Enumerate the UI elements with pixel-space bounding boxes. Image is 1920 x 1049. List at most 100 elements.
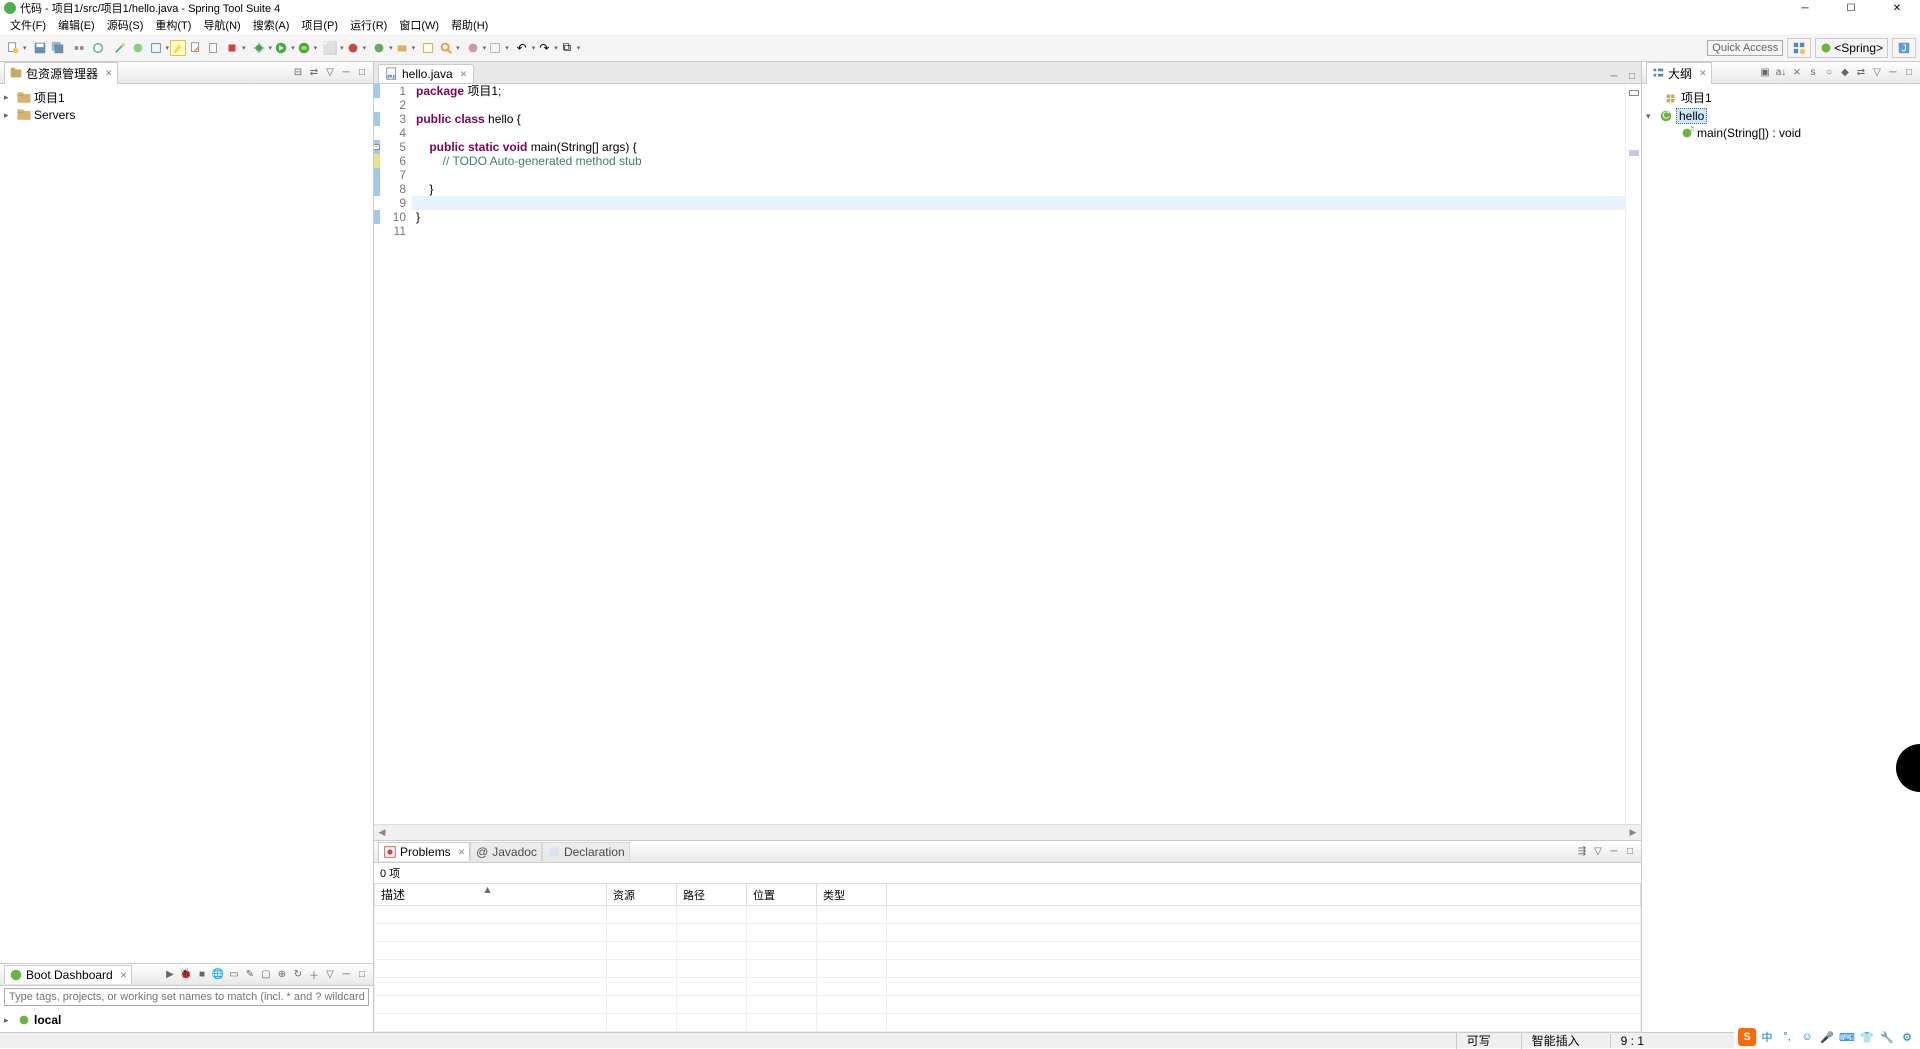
sort-button[interactable]: a↓ [1774,66,1788,80]
profile-button[interactable] [148,40,164,56]
dropdown-icon[interactable]: ▾ [166,44,170,52]
bd-add-button[interactable]: ＋ [307,968,321,982]
close-icon[interactable]: ✕ [120,970,128,981]
package-explorer-tab[interactable]: 包资源管理器 ✕ [4,62,118,84]
quick-access-input[interactable]: Quick Access [1707,40,1783,56]
collapse-icon[interactable]: ▾ [1646,111,1656,122]
bd-browser-button[interactable]: 🌐 [211,968,225,982]
expand-icon[interactable]: ▸ [4,92,14,103]
declaration-tab[interactable]: Declaration [542,842,630,861]
menu-source[interactable]: 源码(S) [101,15,150,35]
close-icon[interactable]: ✕ [1699,68,1707,79]
minimize-view-button[interactable]: ─ [339,66,353,80]
col-type[interactable]: 类型 [817,884,887,906]
coverage-button[interactable] [296,40,312,56]
col-resource[interactable]: 资源 [607,884,677,906]
maximize-view-button[interactable]: □ [1902,66,1916,80]
edit-source-button[interactable] [188,40,204,56]
editor-minimize-button[interactable]: ─ [1607,69,1621,83]
hide-fields-button[interactable]: ⨯ [1790,66,1804,80]
dropdown-icon[interactable]: ▾ [291,44,295,52]
new-button[interactable] [5,40,21,56]
scroll-right-icon[interactable]: ▶ [1625,827,1641,838]
maximize-view-button[interactable]: □ [1623,845,1637,859]
close-icon[interactable]: ✕ [460,69,468,80]
bd-edit-button[interactable]: ✎ [243,968,257,982]
minimize-view-button[interactable]: ─ [1607,845,1621,859]
bd-console-button[interactable]: ▭ [227,968,241,982]
close-icon[interactable]: ✕ [458,847,466,858]
new-class-button[interactable] [371,40,387,56]
emoji-icon[interactable]: ☺ [1798,1028,1816,1046]
col-location[interactable]: 位置 [747,884,817,906]
maximize-view-button[interactable]: □ [355,968,369,982]
bd-menu-button[interactable]: ▽ [323,968,337,982]
mic-icon[interactable]: 🎤 [1818,1028,1836,1046]
dropdown-icon[interactable]: ▾ [314,44,318,52]
cn-icon[interactable]: 中 [1758,1028,1776,1046]
focus-button[interactable]: ▣ [1758,66,1772,80]
dropdown-icon[interactable]: ▾ [23,44,27,52]
hide-nonpublic-button[interactable]: ○ [1822,66,1836,80]
bd-stop-button[interactable]: ■ [195,968,209,982]
menu-edit[interactable]: 编辑(E) [52,15,101,35]
dropdown-icon[interactable]: ▾ [483,44,487,52]
editor-body[interactable]: - 1234567891011 package 项目1;public class… [374,84,1641,824]
dropdown-icon[interactable]: ▾ [554,44,558,52]
hide-local-button[interactable]: ◆ [1838,66,1852,80]
boot-local-item[interactable]: ▸ local [4,1012,369,1028]
skip-breakpoints-button[interactable] [90,40,106,56]
outline-tab[interactable]: 大纲 ✕ [1646,62,1712,84]
save-button[interactable] [32,40,48,56]
col-description[interactable]: 描述▴ [375,884,607,906]
bd-debug-button[interactable]: 🐞 [179,968,193,982]
col-path[interactable]: 路径 [677,884,747,906]
boot-filter-input[interactable] [4,988,369,1006]
editor-tab-hello[interactable]: J hello.java ✕ [378,64,474,83]
new-package-button[interactable] [394,40,410,56]
hide-static-button[interactable]: s [1806,66,1820,80]
dropdown-icon[interactable]: ▾ [505,44,509,52]
punct-icon[interactable]: °, [1778,1028,1796,1046]
maximize-view-button[interactable]: □ [355,66,369,80]
perspective-spring[interactable]: <Spring> [1815,38,1888,58]
new-connection-button[interactable] [130,40,146,56]
save-all-button[interactable] [50,40,66,56]
expand-icon[interactable]: ▸ [4,1015,14,1026]
menu-help[interactable]: 帮助(H) [445,15,494,35]
external-tools-button[interactable] [345,40,361,56]
javadoc-tab[interactable]: @ Javadoc [470,842,542,861]
open-task-button[interactable] [465,40,481,56]
outline-package-item[interactable]: 项目1 [1646,88,1916,107]
perspective-java[interactable]: J [1892,38,1916,58]
boot-dashboard-tab[interactable]: Boot Dashboard ✕ [4,965,132,984]
minimize-view-button[interactable]: ─ [1886,66,1900,80]
outline-class-item[interactable]: ▾ C hello [1646,107,1916,125]
pin-button[interactable]: ⧉ [559,40,575,56]
search-button[interactable] [438,40,454,56]
problems-filter-button[interactable]: ⇶ [1575,845,1589,859]
run-relaunch-button[interactable]: ⬜ [322,40,338,56]
dropdown-icon[interactable]: ▾ [242,44,246,52]
dropdown-icon[interactable]: ▾ [363,44,367,52]
editor-maximize-button[interactable]: □ [1625,69,1639,83]
keyboard-icon[interactable]: ⌨ [1838,1028,1856,1046]
bd-run-button[interactable]: ▶ [163,968,177,982]
editor-hscroll[interactable]: ◀ ▶ [374,824,1641,840]
menu-project[interactable]: 项目(P) [295,15,344,35]
bd-link-button[interactable]: ▢ [259,968,273,982]
forward-button[interactable]: ↷ [536,40,552,56]
expand-icon[interactable]: ▸ [4,110,14,121]
problems-menu-button[interactable]: ▽ [1591,845,1605,859]
sogou-icon[interactable]: S [1738,1028,1756,1046]
stop-button[interactable] [224,40,240,56]
toggle-task-button[interactable] [487,40,503,56]
minimize-view-button[interactable]: ─ [339,968,353,982]
link-editor-button[interactable]: ⇄ [307,66,321,80]
overview-ruler[interactable] [1625,84,1641,824]
back-button[interactable]: ↶ [514,40,530,56]
close-icon[interactable]: ✕ [105,68,113,79]
menu-window[interactable]: 窗口(W) [393,15,445,35]
toggle-breadcrumb-button[interactable] [72,40,88,56]
minimize-button[interactable]: ─ [1782,0,1828,16]
